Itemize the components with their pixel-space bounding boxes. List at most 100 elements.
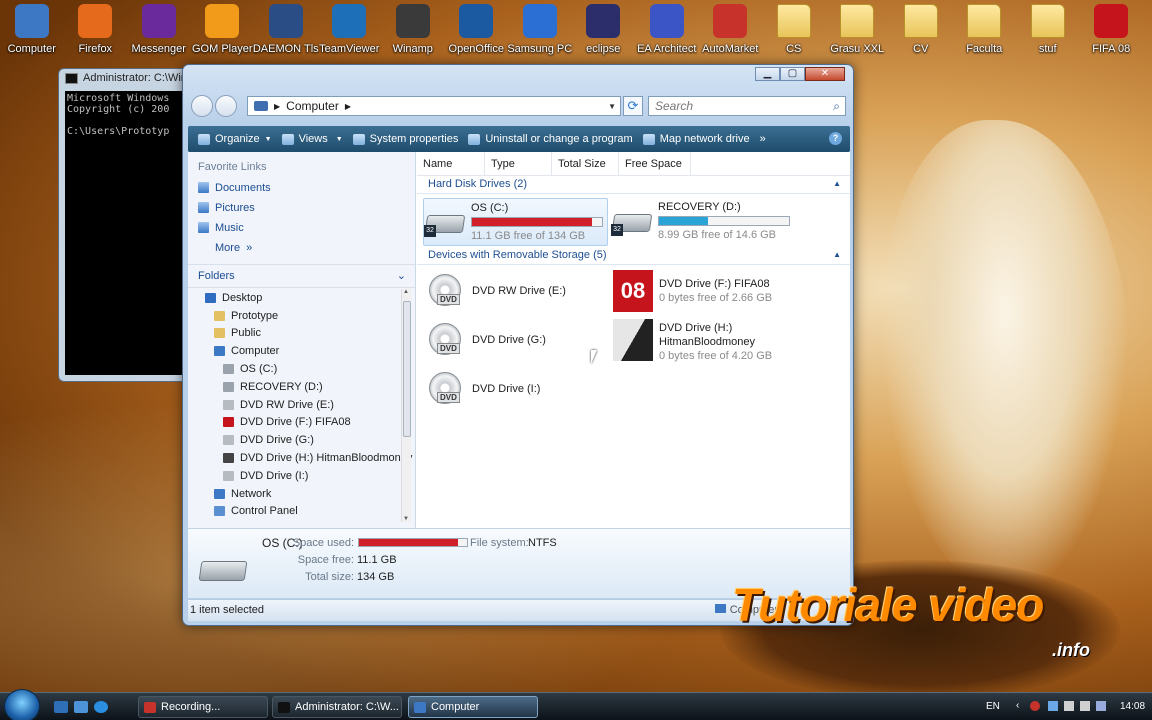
refresh-button[interactable]: ⟳	[623, 96, 643, 116]
drive-h-tile[interactable]: DVD Drive (H:) HitmanBloodmoney 0 bytes …	[613, 319, 798, 367]
tree-item[interactable]: DVD Drive (F:) FIFA08	[188, 414, 402, 432]
tree-item[interactable]: Network	[188, 485, 402, 503]
computer-icon	[254, 101, 268, 111]
desktop-icon[interactable]: Grasu XXL	[826, 2, 890, 58]
favorite-link[interactable]: Music	[188, 215, 415, 235]
forward-button[interactable]	[215, 95, 237, 117]
group-removable-storage[interactable]: Devices with Removable Storage (5) ▲	[417, 249, 850, 265]
desktop-icon[interactable]: Faculta	[953, 2, 1017, 58]
tray-icon[interactable]	[1064, 701, 1074, 711]
tree-item[interactable]: RECOVERY (D:)	[188, 378, 402, 396]
drive-g-tile[interactable]: DVD DVD Drive (G:)	[425, 319, 610, 367]
desktop-icon[interactable]: stuf	[1016, 2, 1080, 58]
minimize-button[interactable]: ▁	[755, 67, 780, 81]
drive-e-tile[interactable]: DVD DVD RW Drive (E:)	[425, 270, 610, 318]
toolbar-overflow-button[interactable]: »	[760, 133, 766, 145]
network-tray-icon[interactable]	[1048, 701, 1058, 711]
desktop-icon[interactable]: CS	[762, 2, 826, 58]
folder-icon	[967, 4, 1002, 38]
scroll-down-icon[interactable]: ▼	[403, 516, 409, 522]
tree-item[interactable]: Public	[188, 325, 402, 343]
tree-item[interactable]: OS (C:)	[188, 360, 402, 378]
tree-scrollbar[interactable]: ▲ ▼	[401, 289, 411, 522]
tray-icon[interactable]	[1080, 701, 1090, 711]
start-button[interactable]	[4, 689, 40, 720]
desktop-icon[interactable]: Winamp	[381, 2, 445, 58]
desktop-icon[interactable]: GOM Player	[191, 2, 255, 58]
desktop-icon[interactable]: Computer	[0, 2, 64, 58]
maximize-button[interactable]: ▢	[780, 67, 805, 81]
desktop-icon[interactable]: CV	[889, 2, 953, 58]
drive-i-tile[interactable]: DVD DVD Drive (I:)	[425, 368, 610, 416]
desktop-icon[interactable]: eclipse	[572, 2, 636, 58]
collapse-icon[interactable]: ▲	[833, 179, 841, 188]
back-button[interactable]	[191, 95, 213, 117]
internet-explorer-icon[interactable]	[94, 701, 108, 713]
tree-item[interactable]: Prototype	[188, 307, 402, 325]
desktop-icon[interactable]: DAEMON Tls	[253, 2, 319, 58]
explorer-window[interactable]: ▁ ▢ ✕ ▶ Computer ▶ ▼ ⟳ Search ⌕ Organize…	[182, 64, 854, 626]
cmd-window[interactable]: Administrator: C:\Win Microsoft Windows …	[58, 68, 198, 382]
views-button[interactable]: Views ▼	[281, 133, 343, 145]
cmd-titlebar[interactable]: Administrator: C:\Win	[59, 69, 197, 89]
drive-c-free: 11.1 GB free of 134 GB	[471, 230, 586, 242]
desktop-icon[interactable]: Firefox	[64, 2, 128, 58]
column-total-size[interactable]: Total Size	[552, 152, 619, 175]
scrollbar-thumb[interactable]	[403, 301, 411, 437]
explorer-content: Favorite Links Documents Pictures Music Mor…	[188, 152, 850, 528]
column-name[interactable]: Name	[417, 152, 485, 175]
drive-f-tile[interactable]: 08 DVD Drive (F:) FIFA08 0 bytes free of…	[613, 270, 798, 318]
help-icon[interactable]: ?	[829, 132, 842, 145]
desktop-icon[interactable]: AutoMarket	[699, 2, 763, 58]
address-bar[interactable]: ▶ Computer ▶ ▼	[247, 96, 621, 116]
column-free-space[interactable]: Free Space	[619, 152, 691, 175]
tree-item[interactable]: DVD Drive (G:)	[188, 431, 402, 449]
search-icon[interactable]: ⌕	[833, 99, 840, 114]
group-hard-disk-drives[interactable]: Hard Disk Drives (2) ▲	[417, 178, 850, 194]
favorite-link[interactable]: More»	[188, 235, 415, 255]
taskbar-button[interactable]: Computer	[408, 696, 538, 718]
show-desktop-icon[interactable]	[54, 701, 68, 713]
favorite-link[interactable]: Documents	[188, 175, 415, 195]
map-network-drive-button[interactable]: Map network drive	[642, 133, 750, 145]
scroll-up-icon[interactable]: ▲	[403, 289, 409, 295]
tree-item[interactable]: DVD Drive (I:)	[188, 467, 402, 485]
desktop-icon[interactable]: FIFA 08	[1080, 2, 1144, 58]
close-button[interactable]: ✕	[805, 67, 845, 81]
tree-item[interactable]: Computer	[188, 342, 402, 360]
volume-icon[interactable]	[1096, 701, 1106, 711]
app-icon	[459, 4, 494, 38]
drive-c-tile[interactable]: 32 OS (C:) 11.1 GB free of 134 GB	[423, 198, 608, 246]
tree-item[interactable]: Desktop	[188, 289, 402, 307]
desktop-icon-label: Computer	[7, 43, 56, 55]
desktop-icon[interactable]: Messenger	[127, 2, 191, 58]
tree-item[interactable]: DVD RW Drive (E:)	[188, 396, 402, 414]
tree-item[interactable]: Control Panel	[188, 503, 402, 521]
organize-button[interactable]: Organize ▼	[198, 133, 272, 145]
clock[interactable]: 14:08	[1120, 701, 1145, 712]
switch-windows-icon[interactable]	[74, 701, 88, 713]
drive-d-tile[interactable]: 32 RECOVERY (D:) 8.99 GB free of 14.6 GB	[611, 198, 796, 246]
tray-expand-icon[interactable]: ‹	[1016, 700, 1019, 711]
system-properties-button[interactable]: System properties	[352, 133, 458, 145]
taskbar-button[interactable]: Administrator: C:\W...	[272, 696, 402, 718]
address-dropdown-icon[interactable]: ▼	[608, 102, 616, 111]
language-indicator[interactable]: EN	[986, 701, 1000, 712]
uninstall-program-button[interactable]: Uninstall or change a program	[468, 133, 633, 145]
column-type[interactable]: Type	[485, 152, 552, 175]
breadcrumb-computer[interactable]: Computer	[286, 99, 339, 113]
watermark-logo: Tutoriale video .info	[732, 579, 1090, 660]
taskbar-button[interactable]: Recording...	[138, 696, 268, 718]
desktop-icon[interactable]: Samsung PC	[507, 2, 572, 58]
desktop-icon[interactable]: OpenOffice	[445, 2, 509, 58]
cmd-console[interactable]: Microsoft Windows Copyright (c) 200 C:\U…	[65, 91, 197, 375]
chevron-down-icon[interactable]: ⌄	[397, 269, 406, 282]
collapse-icon[interactable]: ▲	[833, 250, 841, 259]
folders-header[interactable]: Folders ⌄	[188, 264, 415, 288]
desktop-icon[interactable]: EA Architect	[635, 2, 699, 58]
desktop-icon[interactable]: TeamViewer	[318, 2, 382, 58]
search-input[interactable]: Search ⌕	[648, 96, 846, 116]
recording-tray-icon[interactable]	[1030, 701, 1040, 711]
tree-item[interactable]: DVD Drive (H:) HitmanBloodmoney	[188, 449, 412, 467]
favorite-link[interactable]: Pictures	[188, 195, 415, 215]
